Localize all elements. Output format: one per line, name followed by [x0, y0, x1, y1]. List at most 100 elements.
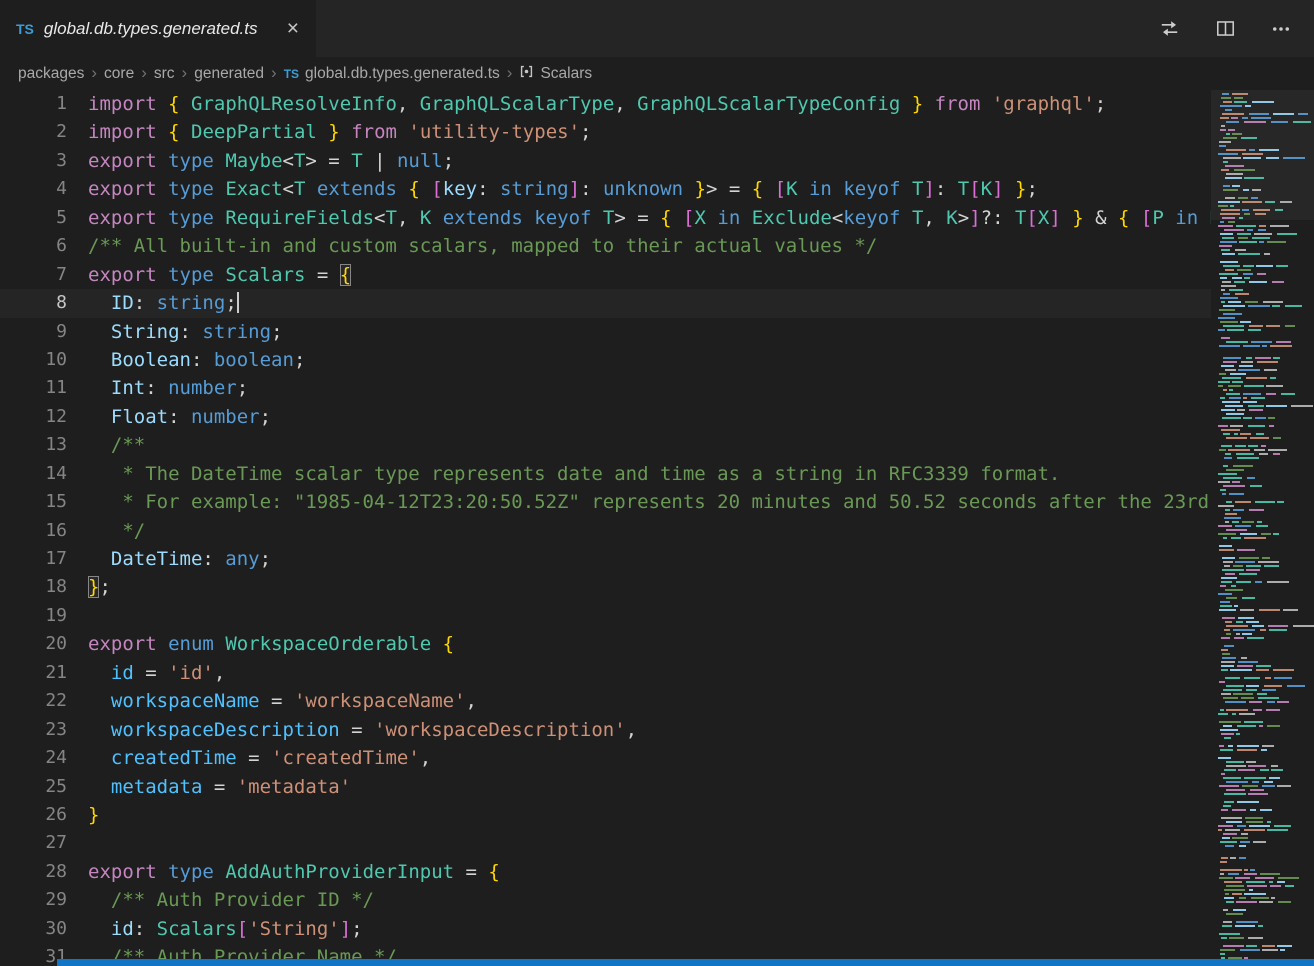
code-line[interactable]: 23 workspaceDescription = 'workspaceDesc…	[0, 716, 1211, 744]
code-line[interactable]: 28export type AddAuthProviderInput = {	[0, 858, 1211, 886]
minimap-line	[1217, 477, 1314, 479]
line-number[interactable]: 24	[0, 744, 88, 772]
line-number[interactable]: 28	[0, 858, 88, 886]
tab-title: global.db.types.generated.ts	[44, 19, 272, 39]
code-line[interactable]: 5export type RequireFields<T, K extends …	[0, 204, 1211, 232]
code-line[interactable]: 16 */	[0, 517, 1211, 545]
code-line[interactable]: 24 createdTime = 'createdTime',	[0, 744, 1211, 772]
minimap-line	[1217, 601, 1314, 603]
minimap-line	[1217, 717, 1314, 719]
minimap-line	[1217, 869, 1314, 871]
line-number[interactable]: 27	[0, 829, 88, 857]
line-number[interactable]: 18	[0, 573, 88, 601]
minimap-line	[1217, 369, 1314, 371]
code-line[interactable]: 2import { DeepPartial } from 'utility-ty…	[0, 118, 1211, 146]
line-number[interactable]: 17	[0, 545, 88, 573]
code-text: /** Auth Provider ID */	[88, 886, 1211, 914]
code-line[interactable]: 9 String: string;	[0, 318, 1211, 346]
code-text: createdTime = 'createdTime',	[88, 744, 1211, 772]
line-number[interactable]: 29	[0, 886, 88, 914]
code-line[interactable]: 14 * The DateTime scalar type represents…	[0, 460, 1211, 488]
code-line[interactable]: 8 ID: string;	[0, 289, 1211, 317]
minimap-line	[1217, 301, 1314, 303]
line-number[interactable]: 12	[0, 403, 88, 431]
minimap-line	[1217, 501, 1314, 503]
minimap-line	[1217, 421, 1314, 423]
line-number[interactable]: 23	[0, 716, 88, 744]
code-line[interactable]: 10 Boolean: boolean;	[0, 346, 1211, 374]
code-line[interactable]: 27	[0, 829, 1211, 857]
tab-global-db-types-generated[interactable]: TS global.db.types.generated.ts ×	[0, 0, 316, 57]
code-line[interactable]: 6/** All built-in and custom scalars, ma…	[0, 232, 1211, 260]
line-number[interactable]: 15	[0, 488, 88, 516]
line-number[interactable]: 14	[0, 460, 88, 488]
code-line[interactable]: 12 Float: number;	[0, 403, 1211, 431]
breadcrumb-item-core[interactable]: core	[104, 65, 134, 83]
line-number[interactable]: 10	[0, 346, 88, 374]
minimap-line	[1217, 485, 1314, 487]
minimap-line	[1217, 889, 1314, 891]
code-editor[interactable]: 1import { GraphQLResolveInfo, GraphQLSca…	[0, 90, 1211, 966]
line-number[interactable]: 5	[0, 204, 88, 232]
more-actions-icon[interactable]	[1268, 16, 1294, 42]
split-editor-icon[interactable]	[1212, 16, 1238, 42]
minimap-line	[1217, 313, 1314, 315]
code-line[interactable]: 19	[0, 602, 1211, 630]
line-number[interactable]: 30	[0, 915, 88, 943]
code-line[interactable]: 30 id: Scalars['String'];	[0, 915, 1211, 943]
minimap-line	[1217, 561, 1314, 563]
line-number[interactable]: 20	[0, 630, 88, 658]
code-line[interactable]: 3export type Maybe<T> = T | null;	[0, 147, 1211, 175]
minimap[interactable]	[1211, 90, 1314, 966]
code-line[interactable]: 13 /**	[0, 431, 1211, 459]
minimap-line	[1217, 329, 1314, 331]
minimap-line	[1217, 693, 1314, 695]
minimap-line	[1217, 953, 1314, 955]
minimap-viewport[interactable]	[1211, 90, 1314, 220]
code-line[interactable]: 15 * For example: "1985-04-12T23:20:50.5…	[0, 488, 1211, 516]
line-number[interactable]: 16	[0, 517, 88, 545]
line-number[interactable]: 26	[0, 801, 88, 829]
breadcrumb-item-packages[interactable]: packages	[18, 65, 84, 83]
breadcrumb-item-generated[interactable]: generated	[194, 65, 264, 83]
text-cursor	[237, 292, 239, 313]
line-number[interactable]: 11	[0, 374, 88, 402]
line-number[interactable]: 3	[0, 147, 88, 175]
breadcrumb-item-scalars[interactable]: Scalars	[519, 64, 592, 84]
minimap-line	[1217, 893, 1314, 895]
line-number[interactable]: 25	[0, 773, 88, 801]
line-number[interactable]: 2	[0, 118, 88, 146]
line-number[interactable]: 19	[0, 602, 88, 630]
code-line[interactable]: 21 id = 'id',	[0, 659, 1211, 687]
code-line[interactable]: 29 /** Auth Provider ID */	[0, 886, 1211, 914]
line-number[interactable]: 6	[0, 232, 88, 260]
code-text: metadata = 'metadata'	[88, 773, 1211, 801]
code-line[interactable]: 1import { GraphQLResolveInfo, GraphQLSca…	[0, 90, 1211, 118]
line-number[interactable]: 8	[0, 289, 88, 317]
code-line[interactable]: 18};	[0, 573, 1211, 601]
code-line[interactable]: 7export type Scalars = {	[0, 261, 1211, 289]
code-lines: 1import { GraphQLResolveInfo, GraphQLSca…	[0, 90, 1211, 966]
line-number[interactable]: 4	[0, 175, 88, 203]
code-line[interactable]: 17 DateTime: any;	[0, 545, 1211, 573]
breadcrumb-item-src[interactable]: src	[154, 65, 175, 83]
line-number[interactable]: 22	[0, 687, 88, 715]
open-changes-icon[interactable]	[1156, 16, 1182, 42]
line-number[interactable]: 9	[0, 318, 88, 346]
code-line[interactable]: 26}	[0, 801, 1211, 829]
line-number[interactable]: 7	[0, 261, 88, 289]
minimap-content	[1217, 93, 1314, 966]
minimap-line	[1217, 753, 1314, 755]
code-line[interactable]: 25 metadata = 'metadata'	[0, 773, 1211, 801]
code-line[interactable]: 11 Int: number;	[0, 374, 1211, 402]
code-line[interactable]: 22 workspaceName = 'workspaceName',	[0, 687, 1211, 715]
close-tab-button[interactable]: ×	[282, 17, 304, 40]
code-text: /**	[88, 431, 1211, 459]
code-line[interactable]: 4export type Exact<T extends { [key: str…	[0, 175, 1211, 203]
line-number[interactable]: 21	[0, 659, 88, 687]
minimap-line	[1217, 553, 1314, 555]
line-number[interactable]: 13	[0, 431, 88, 459]
code-line[interactable]: 20export enum WorkspaceOrderable {	[0, 630, 1211, 658]
line-number[interactable]: 1	[0, 90, 88, 118]
breadcrumb-item-global-db-types-generated-ts[interactable]: TSglobal.db.types.generated.ts	[284, 65, 500, 83]
